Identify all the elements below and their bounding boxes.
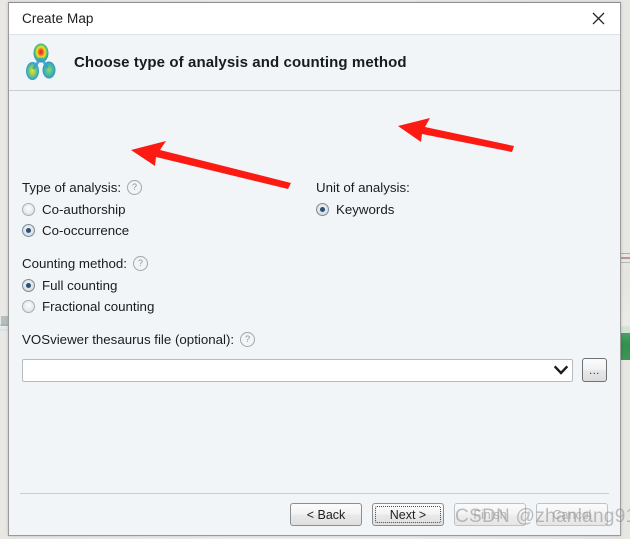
radio-fractional-counting[interactable]: Fractional counting	[22, 299, 154, 314]
page-title: Choose type of analysis and counting met…	[74, 54, 407, 71]
thesaurus-file-label-text: VOSviewer thesaurus file (optional):	[22, 332, 235, 347]
browse-file-button[interactable]: ...	[582, 358, 607, 382]
thesaurus-file-label: VOSviewer thesaurus file (optional): ?	[22, 332, 256, 347]
counting-method-group: Counting method: ? Full counting Fractio…	[22, 255, 154, 320]
radio-co-occurrence-label: Co-occurrence	[42, 223, 130, 238]
thesaurus-file-row: ...	[22, 358, 607, 382]
title-bar: Create Map	[9, 3, 620, 35]
counting-method-options: Full counting Fractional counting	[22, 278, 154, 314]
radio-co-occurrence-indicator	[22, 224, 35, 237]
thesaurus-file-group: VOSviewer thesaurus file (optional): ? .…	[22, 331, 607, 382]
type-of-analysis-options: Co-authorship Co-occurrence	[22, 202, 142, 238]
help-question-icon-thesaurus[interactable]: ?	[240, 332, 256, 347]
cancel-button: Cancel	[536, 503, 608, 526]
radio-co-occurrence[interactable]: Co-occurrence	[22, 223, 142, 238]
type-of-analysis-label-text: Type of analysis:	[22, 180, 122, 195]
finish-button: Finish	[454, 503, 526, 526]
window-title: Create Map	[22, 11, 94, 26]
type-of-analysis-label: Type of analysis: ?	[22, 180, 143, 195]
radio-co-authorship[interactable]: Co-authorship	[22, 202, 142, 217]
vosviewer-heatmap-logo-icon	[22, 41, 62, 85]
thesaurus-file-combobox[interactable]	[22, 358, 573, 382]
radio-co-authorship-indicator	[22, 203, 35, 216]
dialog-header: Choose type of analysis and counting met…	[9, 35, 620, 91]
radio-keywords-label: Keywords	[336, 202, 395, 217]
create-map-dialog: Create Map Choose type of analysis and c…	[8, 2, 621, 536]
back-button[interactable]: < Back	[290, 503, 362, 526]
radio-fractional-counting-indicator	[22, 300, 35, 313]
counting-method-label: Counting method: ?	[22, 256, 148, 271]
help-question-icon-counting-method[interactable]: ?	[132, 256, 148, 271]
close-button[interactable]	[576, 3, 620, 34]
type-of-analysis-group: Type of analysis: ? Co-authorship Co-occ…	[22, 179, 143, 244]
radio-full-counting-indicator	[22, 279, 35, 292]
radio-full-counting[interactable]: Full counting	[22, 278, 154, 293]
radio-fractional-counting-label: Fractional counting	[42, 299, 155, 314]
help-question-icon-type-of-analysis[interactable]: ?	[127, 180, 143, 195]
radio-co-authorship-label: Co-authorship	[42, 202, 126, 217]
dialog-footer: < Back Next > Finish Cancel	[20, 493, 609, 535]
counting-method-label-text: Counting method:	[22, 256, 127, 271]
unit-of-analysis-label-text: Unit of analysis:	[316, 180, 410, 195]
close-icon	[592, 12, 605, 25]
radio-keywords-indicator	[316, 203, 329, 216]
chevron-down-icon	[554, 365, 568, 375]
unit-of-analysis-options: Keywords	[316, 202, 410, 217]
unit-of-analysis-group: Unit of analysis: Keywords	[316, 179, 410, 223]
next-button[interactable]: Next >	[372, 503, 444, 526]
radio-keywords[interactable]: Keywords	[316, 202, 410, 217]
unit-of-analysis-label: Unit of analysis:	[316, 180, 410, 195]
radio-full-counting-label: Full counting	[42, 278, 118, 293]
dialog-body: Type of analysis: ? Co-authorship Co-occ…	[9, 91, 620, 493]
